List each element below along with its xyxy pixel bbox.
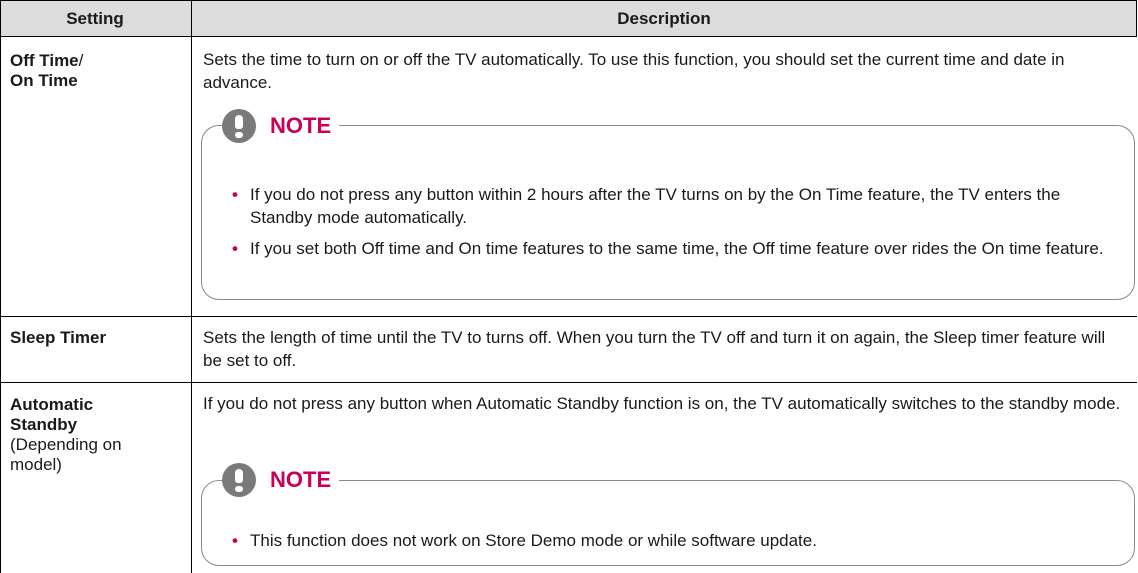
setting-description: If you do not press any button when Auto… [203,394,1121,413]
row-divider [0,382,192,383]
setting-name-part: Automatic [10,395,94,414]
note-item: • This function does not work on Store D… [232,529,1112,552]
note-title: NOTE [270,113,332,138]
note-item-text: If you do not press any button within 2 … [250,185,1061,227]
note-item-text: This function does not work on Store Dem… [250,531,817,550]
row-divider [191,316,1137,317]
row-divider [191,382,1137,383]
setting-name-part: Standby [10,415,78,434]
column-divider [191,0,192,573]
column-header-setting: Setting [66,9,124,28]
table-border-left [0,0,1,573]
setting-name-qualifier: model) [10,455,62,474]
bullet-icon: • [232,185,238,204]
setting-name-part: Off Time [10,51,79,70]
exclamation-icon [222,109,256,143]
setting-name-separator: / [78,51,84,70]
bullet-icon: • [232,239,238,258]
column-header-description: Description [617,9,711,28]
note-header: NOTE [222,458,340,502]
note-box [201,480,1135,566]
table-border-right-header [1136,0,1137,37]
setting-name-off-on-time: Off Time/ On Time [10,51,83,91]
table-header-row: Setting Description [0,0,1137,37]
setting-name-part: Sleep Timer [10,328,107,347]
row-divider [0,316,192,317]
bullet-icon: • [232,531,238,550]
setting-name-sleep-timer: Sleep Timer [10,328,106,348]
setting-name-qualifier: (Depending on [10,435,122,454]
note-item-text: If you set both Off time and On time fea… [250,239,1104,258]
setting-description: Sets the time to turn on or off the TV a… [203,50,1065,92]
note-item: • If you do not press any button within … [232,183,1112,229]
setting-description: Sets the length of time until the TV to … [203,328,1106,370]
note-item: • If you set both Off time and On time f… [232,237,1112,260]
note-title: NOTE [270,467,332,492]
settings-table: Setting Description Off Time/ On Time Se… [0,0,1137,573]
note-header: NOTE [222,104,340,148]
exclamation-icon [222,463,256,497]
setting-name-part: On Time [10,71,78,90]
setting-name-automatic-standby: Automatic Standby (Depending on model) [10,395,122,475]
